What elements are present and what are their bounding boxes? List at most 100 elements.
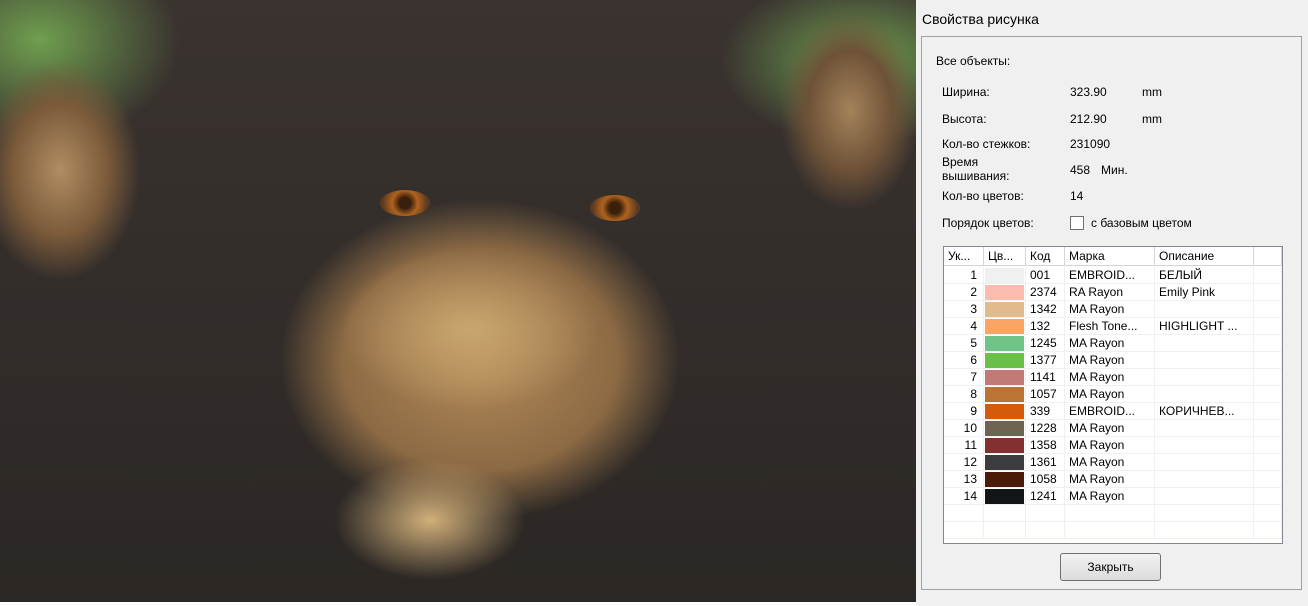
row-color-cell	[984, 335, 1026, 351]
row-description	[1155, 386, 1254, 402]
row-index: 3	[944, 301, 984, 317]
row-empty	[1254, 454, 1282, 470]
color-swatch	[985, 387, 1024, 402]
all-objects-label: Все объекты:	[936, 54, 1011, 68]
left-eye	[380, 190, 430, 216]
table-row[interactable]: 11 1358 MA Rayon	[944, 437, 1282, 454]
row-index: 7	[944, 369, 984, 385]
time-unit: Мин.	[1101, 163, 1128, 177]
row-description: БЕЛЫЙ	[1155, 267, 1254, 283]
color-swatch	[985, 285, 1024, 300]
table-row[interactable]: 3 1342 MA Rayon	[944, 301, 1282, 318]
row-brand: MA Rayon	[1065, 301, 1155, 317]
height-unit: mm	[1142, 112, 1162, 126]
color-swatch	[985, 438, 1024, 453]
base-color-checkbox-label[interactable]: с базовым цветом	[1091, 216, 1192, 230]
row-code: 132	[1026, 318, 1065, 334]
row-color-cell	[984, 352, 1026, 368]
column-header-empty	[1254, 247, 1282, 265]
table-row[interactable]: 7 1141 MA Rayon	[944, 369, 1282, 386]
row-index: 9	[944, 403, 984, 419]
row-description	[1155, 335, 1254, 351]
row-empty	[1254, 318, 1282, 334]
row-description	[1155, 301, 1254, 317]
row-index: 14	[944, 488, 984, 504]
stitches-value: 231090	[1070, 137, 1111, 151]
row-empty	[1254, 267, 1282, 283]
color-swatch	[985, 336, 1024, 351]
base-color-checkbox[interactable]	[1070, 216, 1084, 230]
table-row[interactable]: 6 1377 MA Rayon	[944, 352, 1282, 369]
table-row[interactable]: 4 132 Flesh Tone... HIGHLIGHT ...	[944, 318, 1282, 335]
width-unit: mm	[1142, 85, 1162, 99]
width-value: 323.90	[1070, 85, 1107, 99]
embroidery-design-preview	[0, 0, 916, 602]
color-swatch	[985, 353, 1024, 368]
table-row[interactable]: 5 1245 MA Rayon	[944, 335, 1282, 352]
row-empty	[1254, 335, 1282, 351]
colors-label: Кол-во цветов:	[942, 189, 1024, 203]
column-header-color[interactable]: Цв...	[984, 247, 1026, 265]
column-header-description[interactable]: Описание	[1155, 247, 1254, 265]
empty-row	[944, 522, 1282, 539]
color-swatch	[985, 472, 1024, 487]
row-color-cell	[984, 403, 1026, 419]
row-index: 1	[944, 267, 984, 283]
row-empty	[1254, 386, 1282, 402]
row-empty	[1254, 369, 1282, 385]
row-description	[1155, 488, 1254, 504]
height-label: Высота:	[942, 112, 987, 126]
row-index: 4	[944, 318, 984, 334]
colors-value: 14	[1070, 189, 1084, 203]
row-code: 1361	[1026, 454, 1065, 470]
row-empty	[1254, 352, 1282, 368]
table-row[interactable]: 8 1057 MA Rayon	[944, 386, 1282, 403]
column-header-brand[interactable]: Марка	[1065, 247, 1155, 265]
column-header-index[interactable]: Ук...	[944, 247, 984, 265]
empty-row	[944, 505, 1282, 522]
color-swatch	[985, 370, 1024, 385]
row-code: 1058	[1026, 471, 1065, 487]
color-swatch	[985, 421, 1024, 436]
table-row[interactable]: 12 1361 MA Rayon	[944, 454, 1282, 471]
row-description	[1155, 471, 1254, 487]
row-code: 1377	[1026, 352, 1065, 368]
row-brand: MA Rayon	[1065, 420, 1155, 436]
table-row[interactable]: 9 339 EMBROID... КОРИЧНЕВ...	[944, 403, 1282, 420]
row-color-cell	[984, 386, 1026, 402]
table-row[interactable]: 14 1241 MA Rayon	[944, 488, 1282, 505]
row-color-cell	[984, 318, 1026, 334]
row-brand: MA Rayon	[1065, 437, 1155, 453]
row-color-cell	[984, 454, 1026, 470]
row-empty	[1254, 471, 1282, 487]
row-description: HIGHLIGHT ...	[1155, 318, 1254, 334]
row-brand: EMBROID...	[1065, 267, 1155, 283]
color-table: Ук... Цв... Код Марка Описание 1 001 EMB…	[943, 246, 1283, 544]
color-swatch	[985, 455, 1024, 470]
row-code: 1358	[1026, 437, 1065, 453]
table-row[interactable]: 1 001 EMBROID... БЕЛЫЙ	[944, 267, 1282, 284]
row-brand: MA Rayon	[1065, 488, 1155, 504]
row-brand: EMBROID...	[1065, 403, 1155, 419]
row-empty	[1254, 437, 1282, 453]
time-value: 458	[1070, 163, 1091, 177]
row-index: 5	[944, 335, 984, 351]
row-empty	[1254, 420, 1282, 436]
row-code: 1141	[1026, 369, 1065, 385]
table-row[interactable]: 10 1228 MA Rayon	[944, 420, 1282, 437]
column-header-code[interactable]: Код	[1026, 247, 1065, 265]
row-brand: MA Rayon	[1065, 335, 1155, 351]
row-color-cell	[984, 437, 1026, 453]
row-empty	[1254, 488, 1282, 504]
row-index: 13	[944, 471, 984, 487]
stitches-label: Кол-во стежков:	[942, 137, 1031, 151]
row-brand: MA Rayon	[1065, 369, 1155, 385]
table-row[interactable]: 13 1058 MA Rayon	[944, 471, 1282, 488]
close-button[interactable]: Закрыть	[1060, 553, 1161, 581]
row-code: 1342	[1026, 301, 1065, 317]
row-index: 12	[944, 454, 984, 470]
row-description: Emily Pink	[1155, 284, 1254, 300]
table-row[interactable]: 2 2374 RA Rayon Emily Pink	[944, 284, 1282, 301]
row-code: 339	[1026, 403, 1065, 419]
row-color-cell	[984, 488, 1026, 504]
